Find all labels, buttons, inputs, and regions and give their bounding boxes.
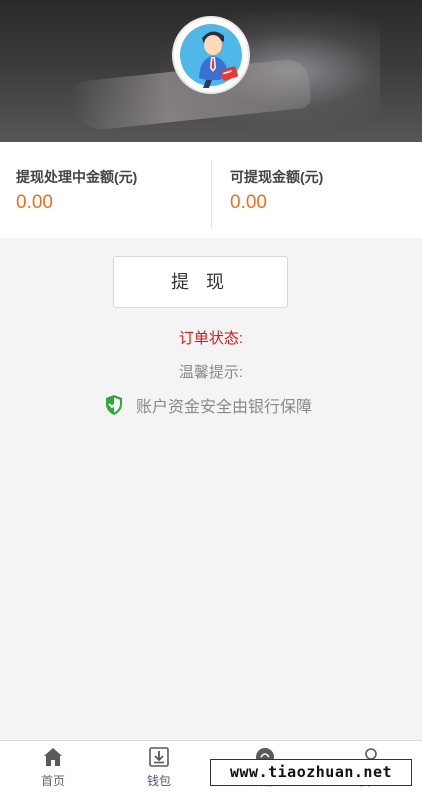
avatar[interactable]: [172, 16, 250, 94]
shield-check-icon: [106, 395, 122, 415]
avatar-businessman-icon: [199, 31, 238, 88]
order-status-label: 订单状态:: [178, 330, 244, 347]
processing-amount-value: 0.00: [16, 192, 53, 213]
security-text: 账户资金安全由银行保障: [136, 399, 313, 416]
warm-tip-label: 温馨提示:: [178, 364, 244, 381]
tab-wallet[interactable]: 钱包: [106, 741, 212, 793]
tab-home-label: 首页: [40, 774, 65, 788]
withdraw-button[interactable]: 提 现: [113, 256, 288, 308]
available-amount-label: 可提现金额(元): [230, 169, 324, 185]
withdraw-page: 提现处理中金额(元) 0.00 可提现金额(元) 0.00 提 现 订单状态: …: [0, 0, 422, 793]
wallet-download-icon: [149, 747, 169, 767]
header-banner: [0, 0, 422, 142]
available-balance: 可提现金额(元) 0.00: [211, 142, 422, 238]
home-icon: [44, 748, 62, 766]
tab-home[interactable]: 首页: [0, 741, 106, 793]
processing-amount-label: 提现处理中金额(元): [16, 169, 138, 185]
tab-wallet-label: 钱包: [146, 774, 171, 788]
security-notice: 账户资金安全由银行保障: [104, 392, 312, 418]
processing-balance: 提现处理中金额(元) 0.00: [0, 142, 211, 238]
site-watermark: www.tiaozhuan.net: [210, 759, 412, 786]
available-amount-value: 0.00: [230, 192, 267, 213]
balance-card: 提现处理中金额(元) 0.00 可提现金额(元) 0.00: [0, 142, 422, 238]
